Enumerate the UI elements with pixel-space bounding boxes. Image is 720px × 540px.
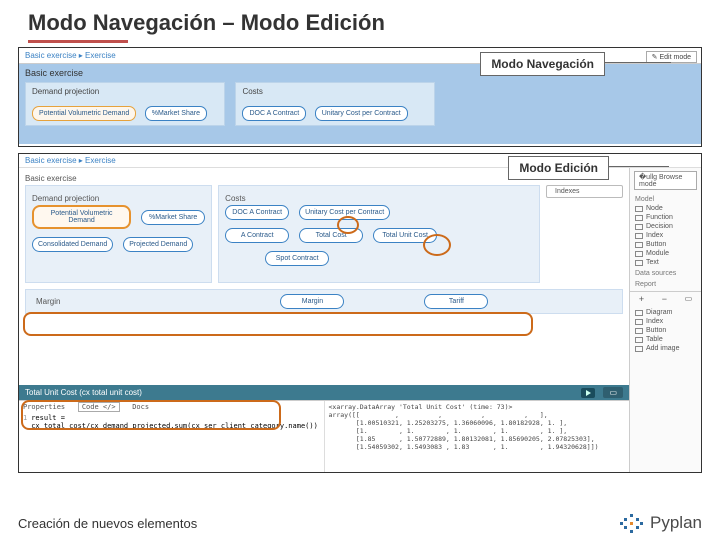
- side-rep-diagram[interactable]: Diagram: [630, 308, 701, 317]
- group-demand-label: Demand projection: [32, 87, 218, 96]
- side-copy-icon[interactable]: ▭: [685, 294, 693, 304]
- callout-nav: Modo Navegación: [480, 52, 605, 76]
- pyplan-logo-mark: [620, 512, 644, 534]
- side-rep-index[interactable]: Index: [630, 317, 701, 326]
- callout-edit: Modo Edición: [508, 156, 609, 180]
- dg-costs-label: Costs: [225, 194, 533, 203]
- edit-sidebar: �ullg Browse mode Model Node Function De…: [629, 168, 701, 473]
- tabbar-chip[interactable]: ▭: [603, 387, 623, 398]
- diagram-canvas[interactable]: Basic exercise Demand projection Potenti…: [19, 168, 629, 385]
- side-index[interactable]: Index: [630, 231, 701, 240]
- pyplan-logo: Pyplan: [620, 512, 702, 534]
- edit-main: Basic exercise Demand projection Potenti…: [19, 168, 629, 473]
- dg-costs: Costs DOC A Contract Unitary Cost per Co…: [218, 185, 540, 283]
- panel-edit-mode: Modo Edición Basic exercise ▸ Exercise B…: [18, 153, 702, 473]
- group-costs-label: Costs: [242, 87, 428, 96]
- code-line-num: 1: [23, 414, 31, 430]
- side-decision[interactable]: Decision: [630, 222, 701, 231]
- footer-text: Creación de nuevos elementos: [18, 516, 197, 531]
- side-text[interactable]: Text: [630, 258, 701, 267]
- title-underline: [28, 40, 128, 43]
- properties-tabbar: Total Unit Cost (cx total unit cost) ▭: [19, 385, 629, 400]
- pyplan-logo-text: Pyplan: [650, 513, 702, 533]
- side-function[interactable]: Function: [630, 213, 701, 222]
- side-rep-addimage[interactable]: Add image: [630, 344, 701, 353]
- code-left[interactable]: Properties Code </> Docs 1 result = cx_t…: [19, 401, 325, 473]
- dg-node-tariff[interactable]: Tariff: [424, 294, 488, 309]
- tabbar-title: Total Unit Cost (cx total unit cost): [25, 388, 142, 397]
- dg-node-unitcost[interactable]: Unitary Cost per Contract: [299, 205, 390, 220]
- code-tab-code[interactable]: Code </>: [78, 402, 120, 412]
- side-model-sec: Model: [630, 193, 701, 204]
- panel-browse-mode: Modo Navegación Basic exercise ▸ Exercis…: [18, 47, 702, 147]
- node-potential-volumetric[interactable]: Potential Volumetric Demand: [32, 106, 136, 121]
- dg-demand-label: Demand projection: [32, 194, 205, 203]
- code-pane: Properties Code </> Docs 1 result = cx_t…: [19, 400, 629, 473]
- dg-node-pvd[interactable]: Potential Volumetric Demand: [32, 205, 131, 229]
- function-icon: [635, 215, 643, 221]
- rep-image-icon: [635, 346, 643, 352]
- side-rep-table[interactable]: Table: [630, 335, 701, 344]
- run-button[interactable]: [581, 388, 595, 398]
- node-doc-a-contract[interactable]: DOC A Contract: [242, 106, 306, 121]
- rep-table-icon: [635, 337, 643, 343]
- group-demand: Demand projection Potential Volumetric D…: [25, 82, 225, 126]
- dg-node-doca[interactable]: DOC A Contract: [225, 205, 289, 220]
- dg-node-pd[interactable]: Projected Demand: [123, 237, 193, 252]
- dg-margin: Margin Margin Tariff: [25, 289, 623, 314]
- rep-index-icon: [635, 319, 643, 325]
- code-tab-props[interactable]: Properties: [23, 403, 65, 411]
- decision-icon: [635, 224, 643, 230]
- code-output: <xarray.DataArray 'Total Unit Cost' (tim…: [325, 401, 630, 473]
- index-icon: [635, 233, 643, 239]
- dg-node-ms[interactable]: %Market Share: [141, 210, 205, 225]
- highlight-frame-tabbar: [23, 312, 533, 336]
- slide-footer: Creación de nuevos elementos Pyplan: [18, 512, 702, 534]
- button-icon: [635, 242, 643, 248]
- slide-title: Modo Navegación – Modo Edición: [0, 0, 720, 40]
- side-datasources-sec: Data sources: [630, 267, 701, 278]
- browse-body: Basic exercise Demand projection Potenti…: [19, 64, 701, 144]
- text-icon: [635, 260, 643, 266]
- side-report-sec: Report: [630, 278, 701, 289]
- dg-node-acontract[interactable]: A Contract: [225, 228, 289, 243]
- breadcrumb-edit-text: Basic exercise ▸ Exercise: [25, 156, 116, 165]
- browse-mode-button[interactable]: �ullg Browse mode: [634, 171, 697, 190]
- dg-indexes[interactable]: Indexes: [546, 185, 623, 198]
- module-icon: [635, 251, 643, 257]
- side-rep-button[interactable]: Button: [630, 326, 701, 335]
- dg-node-totalcost[interactable]: Total Cost: [299, 228, 363, 243]
- side-button[interactable]: Button: [630, 240, 701, 249]
- dg-demand: Demand projection Potential Volumetric D…: [25, 185, 212, 283]
- dg-node-margin[interactable]: Margin: [280, 294, 344, 309]
- dg-node-cd[interactable]: Consolidated Demand: [32, 237, 113, 252]
- code-tab-docs[interactable]: Docs: [132, 403, 149, 411]
- node-unitary-cost[interactable]: Unitary Cost per Contract: [315, 106, 408, 121]
- rep-button-icon: [635, 328, 643, 334]
- side-add-icon[interactable]: +: [639, 294, 644, 304]
- side-node[interactable]: Node: [630, 204, 701, 213]
- code-line-text[interactable]: result = cx_total_cost/cx_demand_project…: [31, 414, 319, 430]
- node-market-share[interactable]: %Market Share: [145, 106, 207, 121]
- dg-margin-label: Margin: [36, 297, 60, 306]
- dg-node-spot[interactable]: Spot Contract: [265, 251, 329, 266]
- callout-nav-line: [605, 62, 671, 63]
- diagram-icon: [635, 310, 643, 316]
- group-costs: Costs DOC A Contract Unitary Cost per Co…: [235, 82, 435, 126]
- side-module[interactable]: Module: [630, 249, 701, 258]
- play-icon: [586, 390, 591, 396]
- callout-edit-line: [609, 166, 669, 167]
- dg-node-totalunitcost[interactable]: Total Unit Cost: [373, 228, 437, 243]
- side-remove-icon[interactable]: −: [662, 294, 667, 304]
- node-icon: [635, 206, 643, 212]
